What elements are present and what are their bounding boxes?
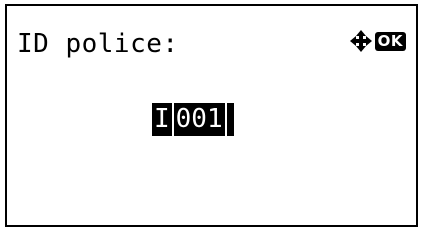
font-id-input[interactable]: I 001 — [152, 103, 234, 136]
screen-title: ID police: — [17, 29, 179, 59]
lcd-screen: ID police: OK I 001 — [5, 4, 418, 227]
ok-key-icon: OK — [374, 31, 406, 51]
input-cursor — [226, 103, 234, 136]
font-id-digits: 001 — [173, 103, 225, 136]
four-way-arrow-icon — [349, 30, 372, 52]
navigation-indicator: OK — [349, 26, 406, 56]
font-id-prefix: I — [152, 103, 172, 136]
